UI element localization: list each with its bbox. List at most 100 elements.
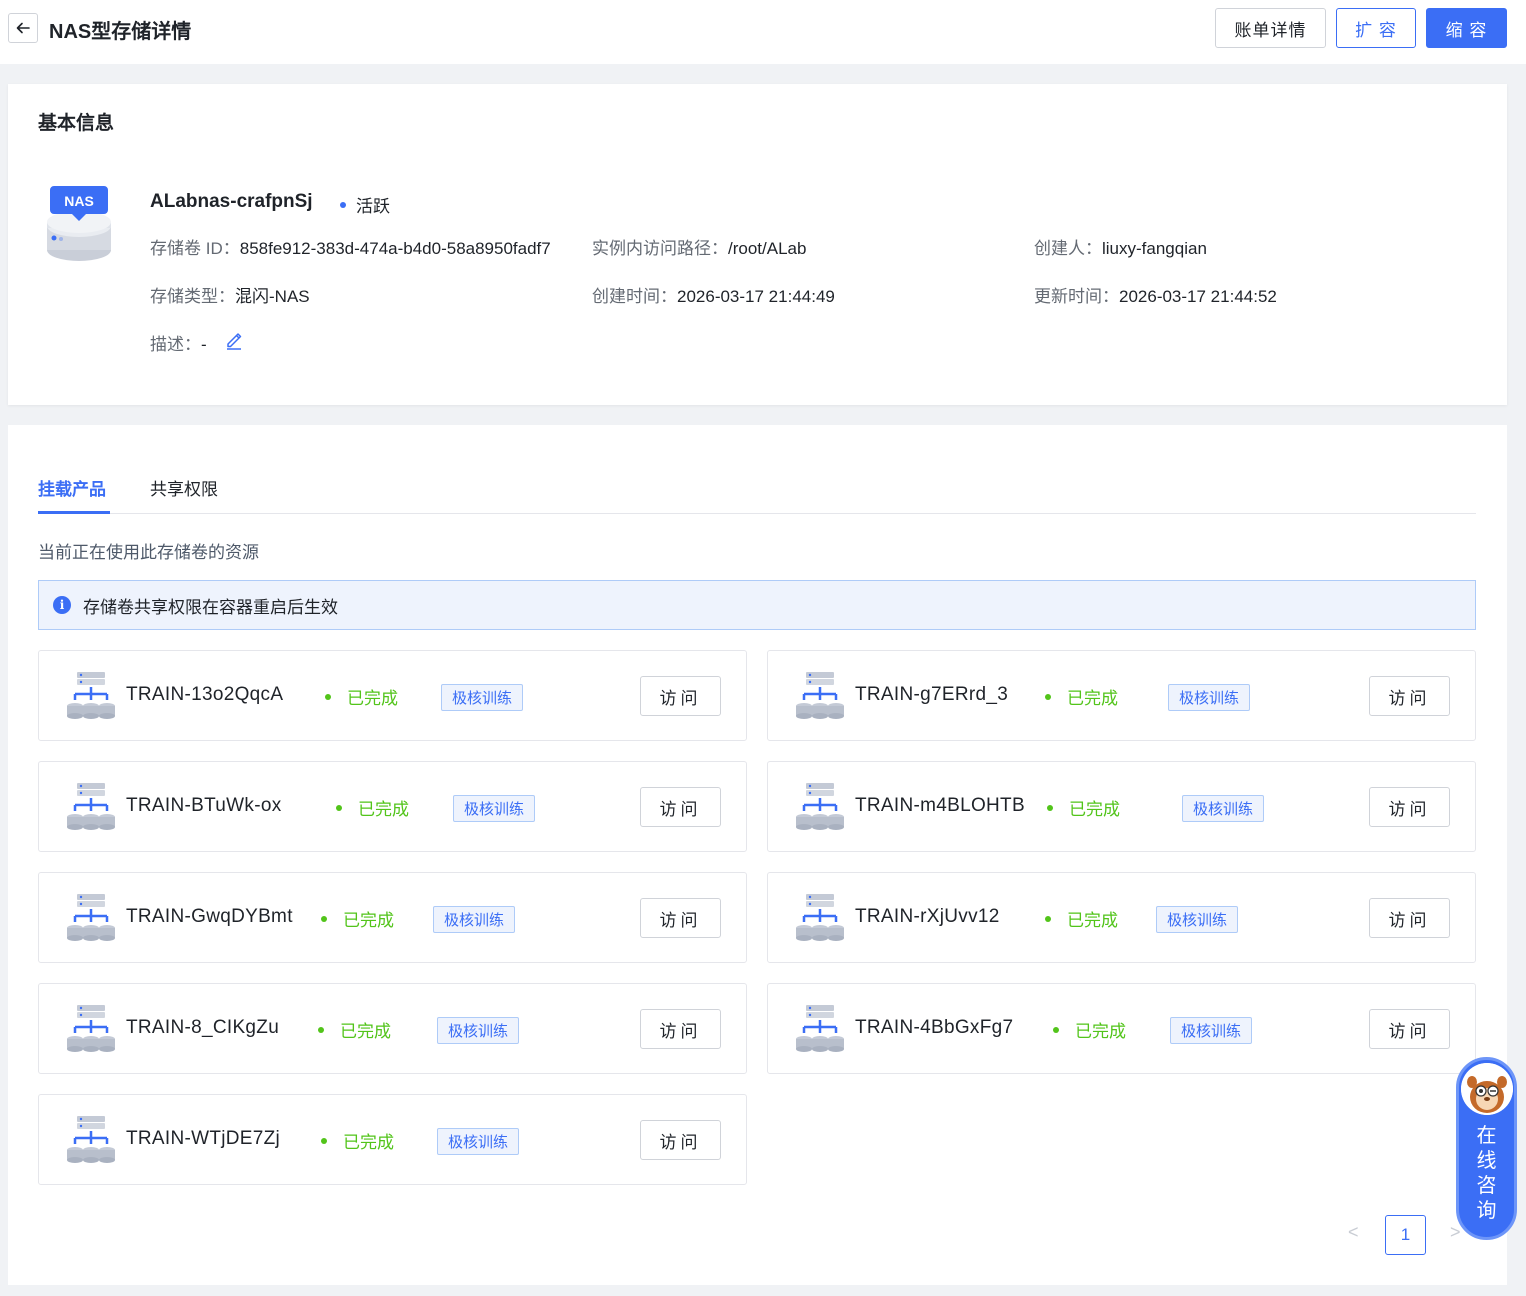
- visit-button[interactable]: 访问: [640, 787, 721, 827]
- updated-time-value: 2026-03-17 21:44:52: [1119, 287, 1277, 306]
- resource-status-text: 已完成: [1067, 689, 1118, 708]
- resource-card: TRAIN-4BbGxFg7 已完成 极核训练 访问: [767, 983, 1476, 1074]
- edit-icon[interactable]: [224, 330, 244, 350]
- status-text: 活跃: [356, 197, 390, 216]
- online-consult-button[interactable]: 在线咨询: [1456, 1057, 1517, 1240]
- access-path-field: 实例内访问路径：/root/ALab: [592, 234, 806, 259]
- page-1-button[interactable]: 1: [1385, 1215, 1426, 1255]
- status-dot-icon: [325, 693, 331, 700]
- resource-status-text: 已完成: [343, 1133, 394, 1152]
- resource-name: TRAIN-8_CIKgZu: [126, 1017, 280, 1038]
- visit-button[interactable]: 访问: [640, 676, 721, 716]
- info-alert: i 存储卷共享权限在容器重启后生效: [38, 580, 1476, 630]
- volume-id-label: 存储卷 ID：: [150, 239, 240, 258]
- status-dot-icon: [1045, 693, 1051, 700]
- resource-name: TRAIN-WTjDE7Zj: [126, 1128, 281, 1149]
- section-title: 基本信息: [38, 113, 115, 134]
- description-value: -: [201, 335, 207, 354]
- shrink-button[interactable]: 缩 容: [1426, 8, 1507, 48]
- resource-status: 已完成: [1053, 1017, 1126, 1042]
- chevron-right-icon[interactable]: >: [1450, 1222, 1461, 1243]
- resource-status-text: 已完成: [1067, 911, 1118, 930]
- visit-button[interactable]: 访问: [640, 1009, 721, 1049]
- visit-button[interactable]: 访问: [1369, 898, 1450, 938]
- resource-card: TRAIN-GwqDYBmt 已完成 极核训练 访问: [38, 872, 747, 963]
- created-time-field: 创建时间：2026-03-17 21:44:49: [592, 282, 835, 307]
- resource-name: TRAIN-m4BLOHTB: [855, 795, 1025, 816]
- mascot-avatar-icon: [1460, 1063, 1513, 1115]
- access-path-value: /root/ALab: [728, 239, 807, 258]
- resource-tag: 极核训练: [1168, 684, 1251, 711]
- online-consult-label: 在线咨询: [1476, 1125, 1497, 1222]
- info-alert-text: 存储卷共享权限在容器重启后生效: [83, 597, 338, 617]
- resource-tag: 极核训练: [437, 1128, 520, 1155]
- tab-share-permissions[interactable]: 共享权限: [150, 475, 218, 500]
- mount-description: 当前正在使用此存储卷的资源: [38, 543, 259, 562]
- description-label: 描述：: [150, 335, 201, 354]
- resource-card: TRAIN-g7ERrd_3 已完成 极核训练 访问: [767, 650, 1476, 741]
- resource-status-text: 已完成: [343, 911, 394, 930]
- resource-status: 已完成: [336, 795, 409, 820]
- resource-tag: 极核训练: [1170, 1017, 1253, 1044]
- visit-button[interactable]: 访问: [640, 1120, 721, 1160]
- resource-tag: 极核训练: [437, 1017, 520, 1044]
- visit-button[interactable]: 访问: [1369, 787, 1450, 827]
- resource-status-text: 已完成: [347, 689, 398, 708]
- visit-button[interactable]: 访问: [1369, 676, 1450, 716]
- status-dot-icon: [321, 915, 327, 922]
- resource-card: TRAIN-WTjDE7Zj 已完成 极核训练 访问: [38, 1094, 747, 1185]
- resource-status: 已完成: [1045, 684, 1118, 709]
- resource-status: 已完成: [321, 1128, 394, 1153]
- tab-divider: [38, 513, 1476, 514]
- status-dot-icon: [340, 201, 346, 208]
- resource-status-text: 已完成: [1069, 800, 1120, 819]
- back-button[interactable]: [8, 13, 38, 43]
- server-cluster-icon: [65, 1114, 117, 1166]
- updated-time-field: 更新时间：2026-03-17 21:44:52: [1034, 282, 1277, 307]
- resource-status: 已完成: [1047, 795, 1120, 820]
- resource-name: TRAIN-rXjUvv12: [855, 906, 1000, 927]
- resource-card: TRAIN-8_CIKgZu 已完成 极核训练 访问: [38, 983, 747, 1074]
- server-cluster-icon: [65, 1003, 117, 1055]
- resource-status-text: 已完成: [358, 800, 409, 819]
- resource-tag: 极核训练: [1156, 906, 1239, 933]
- status-dot-icon: [1053, 1026, 1059, 1033]
- creator-value: liuxy-fangqian: [1102, 239, 1207, 258]
- resource-status-text: 已完成: [340, 1022, 391, 1041]
- mount-card: 挂载产品 共享权限 当前正在使用此存储卷的资源 i 存储卷共享权限在容器重启后生…: [8, 425, 1507, 1285]
- storage-type-value: 混闪-NAS: [235, 287, 310, 306]
- visit-button[interactable]: 访问: [640, 898, 721, 938]
- resource-tag: 极核训练: [433, 906, 516, 933]
- server-cluster-icon: [794, 670, 846, 722]
- nas-icon-label: NAS: [64, 193, 94, 209]
- resource-name: TRAIN-g7ERrd_3: [855, 684, 1009, 705]
- status-dot-icon: [336, 804, 342, 811]
- resource-tag: 极核训练: [453, 795, 536, 822]
- updated-time-label: 更新时间：: [1034, 287, 1119, 306]
- bill-details-button[interactable]: 账单详情: [1215, 8, 1326, 48]
- expand-button[interactable]: 扩 容: [1336, 8, 1416, 48]
- status-dot-icon: [1047, 804, 1053, 811]
- volume-name: ALabnas-crafpnSj: [150, 191, 313, 212]
- server-cluster-icon: [794, 781, 846, 833]
- resource-status: 已完成: [325, 684, 398, 709]
- resource-status: 已完成: [318, 1017, 391, 1042]
- tab-mounted-products[interactable]: 挂载产品: [38, 475, 106, 500]
- creator-label: 创建人：: [1034, 239, 1102, 258]
- status-dot-icon: [321, 1137, 327, 1144]
- server-cluster-icon: [794, 892, 846, 944]
- resource-card: TRAIN-13o2QqcA 已完成 极核训练 访问: [38, 650, 747, 741]
- resource-tag: 极核训练: [1182, 795, 1265, 822]
- created-time-label: 创建时间：: [592, 287, 677, 306]
- top-bar: NAS型存储详情 账单详情 扩 容 缩 容: [0, 0, 1526, 64]
- storage-type-field: 存储类型：混闪-NAS: [150, 282, 310, 307]
- status-dot-icon: [1045, 915, 1051, 922]
- status-dot-icon: [318, 1026, 324, 1033]
- resource-tag: 极核训练: [441, 684, 524, 711]
- storage-type-label: 存储类型：: [150, 287, 235, 306]
- resource-name: TRAIN-13o2QqcA: [126, 684, 284, 705]
- info-icon: i: [53, 596, 71, 614]
- volume-id-value: 858fe912-383d-474a-b4d0-58a8950fadf7: [239, 239, 551, 258]
- chevron-left-icon[interactable]: <: [1348, 1222, 1359, 1243]
- visit-button[interactable]: 访问: [1369, 1009, 1450, 1049]
